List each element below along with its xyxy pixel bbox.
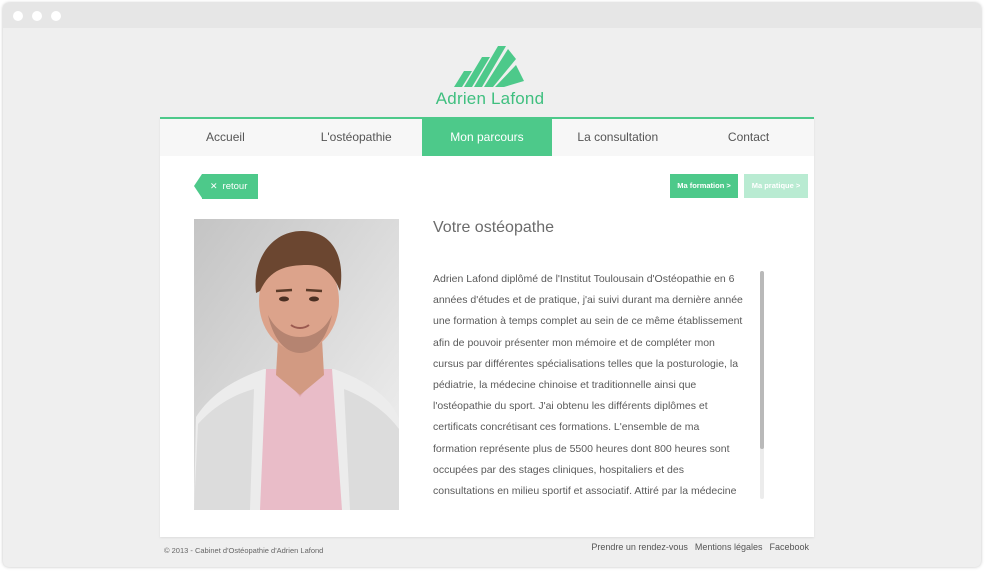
window-dot[interactable] [13, 11, 23, 21]
close-icon: ✕ [210, 181, 218, 191]
portrait-photo [194, 219, 399, 510]
footer-link-mentions-legales[interactable]: Mentions légales [695, 542, 763, 552]
site-logo[interactable]: Adrien Lafond [430, 45, 550, 109]
bio-paragraph: Adrien Lafond diplômé de l'Institut Toul… [433, 273, 743, 498]
footer-link-facebook[interactable]: Facebook [769, 542, 809, 552]
footer-link-rendez-vous[interactable]: Prendre un rendez-vous [591, 542, 688, 552]
nav-item-mon-parcours[interactable]: Mon parcours [421, 119, 553, 156]
scrollbar-thumb[interactable] [760, 271, 764, 449]
window-titlebar [3, 3, 981, 28]
stacked-slanted-bars-logo-icon [454, 46, 524, 87]
browser-window: Adrien Lafond Accueil L'ostéopathie Mon … [3, 3, 981, 567]
nav-item-accueil[interactable]: Accueil [160, 119, 291, 156]
content-card: Accueil L'ostéopathie Mon parcours La co… [160, 117, 814, 537]
brand-name: Adrien Lafond [435, 89, 545, 108]
tab-ma-formation[interactable]: Ma formation > [670, 174, 738, 198]
page-title: Votre ostéopathe [433, 219, 554, 236]
main-nav: Accueil L'ostéopathie Mon parcours La co… [160, 119, 814, 156]
window-dot[interactable] [32, 11, 42, 21]
nav-item-la-consultation[interactable]: La consultation [552, 119, 683, 156]
text-scrollbar[interactable] [760, 271, 764, 499]
nav-item-osteopathie[interactable]: L'ostéopathie [291, 119, 422, 156]
footer-links: Prendre un rendez-vous Mentions légales … [591, 542, 809, 552]
footer-copyright: © 2013 - Cabinet d'Ostéopathie d'Adrien … [164, 546, 324, 555]
back-button[interactable]: ✕ retour [194, 174, 258, 199]
nav-item-contact[interactable]: Contact [683, 119, 814, 156]
tab-ma-pratique[interactable]: Ma pratique > [744, 174, 808, 198]
back-button-label: retour [222, 181, 248, 192]
window-dot[interactable] [51, 11, 61, 21]
